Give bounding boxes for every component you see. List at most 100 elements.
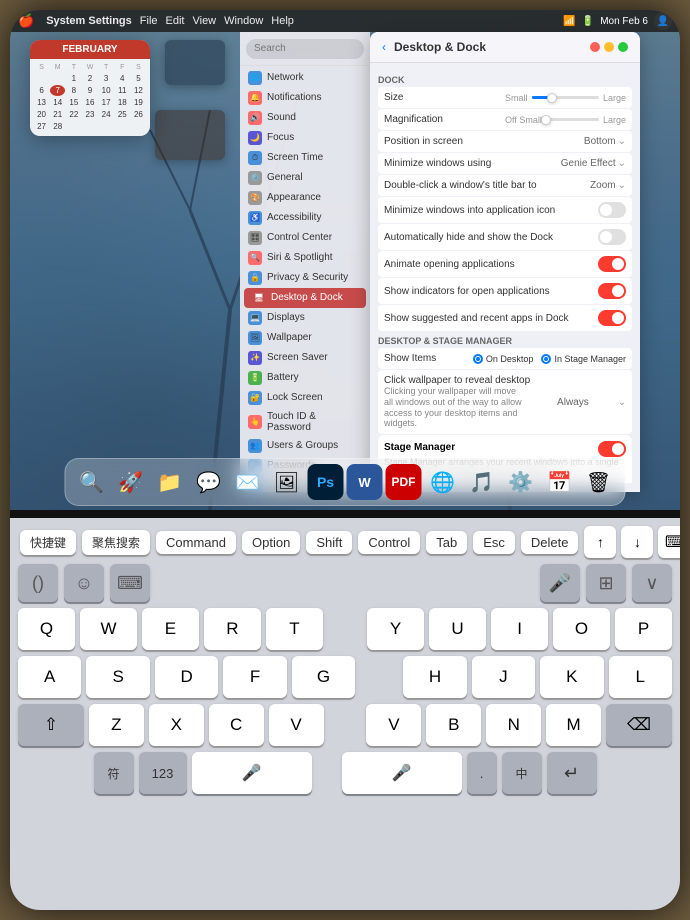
sidebar-item-appearance[interactable]: 🎨 Appearance — [240, 188, 370, 208]
sidebar-item-notifications[interactable]: 🔔 Notifications — [240, 88, 370, 108]
quick-key-tab[interactable]: Tab — [426, 531, 467, 554]
key-k[interactable]: K — [540, 656, 603, 698]
sidebar-item-controlcenter[interactable]: 🎛 Control Center — [240, 228, 370, 248]
sidebar-item-screensaver[interactable]: ✨ Screen Saver — [240, 348, 370, 368]
dock-word[interactable]: W — [347, 464, 383, 500]
sidebar-item-screentime[interactable]: ⏱ Screen Time — [240, 148, 370, 168]
key-space-right[interactable]: 🎤 — [342, 752, 462, 794]
dock-settings[interactable]: ⚙️ — [503, 464, 539, 500]
key-i[interactable]: I — [491, 608, 548, 650]
key-t[interactable]: T — [266, 608, 323, 650]
menu-help[interactable]: Help — [271, 15, 294, 27]
minimize-button[interactable] — [604, 42, 614, 52]
mag-track[interactable] — [546, 118, 599, 121]
key-space-left[interactable]: 🎤 — [192, 752, 312, 794]
dock-chrome[interactable]: 🌐 — [425, 464, 461, 500]
click-wallpaper-row[interactable]: Click wallpaper to reveal desktop Clicki… — [378, 370, 632, 434]
key-shift[interactable]: ⇧ — [18, 704, 84, 746]
quick-key-option[interactable]: Option — [242, 531, 300, 554]
sidebar-search-input[interactable] — [246, 39, 364, 59]
quick-key-control[interactable]: Control — [358, 531, 420, 554]
dock-mail[interactable]: ✉️ — [230, 464, 266, 500]
dock-ps[interactable]: Ps — [308, 464, 344, 500]
key-h[interactable]: H — [403, 656, 466, 698]
menu-edit[interactable]: Edit — [166, 15, 185, 27]
key-a[interactable]: A — [18, 656, 81, 698]
size-track[interactable] — [532, 96, 599, 99]
auto-hide-toggle[interactable] — [598, 229, 626, 245]
radio-on-desktop[interactable]: On Desktop — [473, 354, 534, 364]
key-f[interactable]: F — [223, 656, 286, 698]
key-c[interactable]: C — [209, 704, 264, 746]
key-enter[interactable]: ↵ — [547, 752, 597, 794]
spec-key-grid[interactable]: ⊞ — [586, 564, 626, 602]
dock-calendar[interactable]: 📅 — [542, 464, 578, 500]
spec-key-collapse[interactable]: ∨ — [632, 564, 672, 602]
quick-key-delete[interactable]: Delete — [521, 531, 579, 554]
key-g[interactable]: G — [292, 656, 355, 698]
dock-trash[interactable]: 🗑 — [581, 464, 617, 500]
key-period[interactable]: . — [467, 752, 497, 794]
key-chinese[interactable]: 中 — [502, 752, 542, 794]
dock-music[interactable]: 🎵 — [464, 464, 500, 500]
quick-key-command[interactable]: Command — [156, 531, 236, 554]
quick-key-shortcuts[interactable]: 快捷键 — [20, 530, 76, 555]
sidebar-item-wallpaper[interactable]: 🖼 Wallpaper — [240, 328, 370, 348]
apple-menu[interactable]: 🍎 — [18, 13, 34, 29]
quick-key-spotlight[interactable]: 聚焦搜索 — [82, 530, 150, 555]
radio-in-stage-manager[interactable]: In Stage Manager — [541, 354, 626, 364]
menu-window[interactable]: Window — [224, 15, 263, 27]
position-row[interactable]: Position in screen Bottom ⌄ — [378, 131, 632, 152]
key-x[interactable]: X — [149, 704, 204, 746]
desktop-thumbnail-1[interactable] — [165, 40, 225, 85]
quick-key-esc[interactable]: Esc — [473, 531, 515, 554]
back-button[interactable]: ‹ — [382, 40, 386, 54]
dock-folder[interactable]: 📁 — [152, 464, 188, 500]
sidebar-item-displays[interactable]: 💻 Displays — [240, 308, 370, 328]
maximize-button[interactable] — [618, 42, 628, 52]
dock-launchpad[interactable]: 🚀 — [113, 464, 149, 500]
stage-manager-toggle[interactable] — [598, 441, 626, 457]
key-123[interactable]: 123 — [139, 752, 187, 794]
key-r[interactable]: R — [204, 608, 261, 650]
sidebar-item-focus[interactable]: 🌙 Focus — [240, 128, 370, 148]
quick-key-shift[interactable]: Shift — [306, 531, 352, 554]
keyboard-icon-button[interactable]: ⌨ — [658, 526, 680, 558]
sidebar-item-network[interactable]: 🌐 Network — [240, 68, 370, 88]
key-p[interactable]: P — [615, 608, 672, 650]
dock-photos[interactable]: 🖼 — [269, 464, 305, 500]
key-e[interactable]: E — [142, 608, 199, 650]
sidebar-item-sound[interactable]: 🔊 Sound — [240, 108, 370, 128]
arrow-up-button[interactable]: ↑ — [584, 526, 616, 558]
sidebar-item-siri[interactable]: 🔍 Siri & Spotlight — [240, 248, 370, 268]
minimize-row[interactable]: Minimize windows using Genie Effect ⌄ — [378, 153, 632, 174]
user-avatar[interactable]: 👤 — [654, 12, 672, 30]
dock-messages[interactable]: 💬 — [191, 464, 227, 500]
key-v-left[interactable]: V — [269, 704, 324, 746]
close-button[interactable] — [590, 42, 600, 52]
key-n[interactable]: N — [486, 704, 541, 746]
sidebar-item-battery[interactable]: 🔋 Battery — [240, 368, 370, 388]
show-recent-toggle[interactable] — [598, 310, 626, 326]
sidebar-item-accessibility[interactable]: ♿ Accessibility — [240, 208, 370, 228]
key-l[interactable]: L — [609, 656, 672, 698]
sidebar-item-lockscreen[interactable]: 🔐 Lock Screen — [240, 388, 370, 408]
mag-slider[interactable]: Off Small Large — [505, 115, 626, 125]
key-q[interactable]: Q — [18, 608, 75, 650]
key-backspace[interactable]: ⌫ — [606, 704, 672, 746]
key-o[interactable]: O — [553, 608, 610, 650]
minimize-icon-toggle[interactable] — [598, 202, 626, 218]
sidebar-item-desktop-dock[interactable]: 🖥 Desktop & Dock — [244, 288, 366, 308]
key-m[interactable]: M — [546, 704, 601, 746]
size-slider[interactable]: Small Large — [505, 93, 626, 103]
app-name[interactable]: System Settings — [46, 15, 132, 27]
double-click-row[interactable]: Double-click a window's title bar to Zoo… — [378, 175, 632, 196]
key-y[interactable]: Y — [367, 608, 424, 650]
key-v-right[interactable]: V — [366, 704, 421, 746]
key-w[interactable]: W — [80, 608, 137, 650]
key-d[interactable]: D — [155, 656, 218, 698]
dock-finder[interactable]: 🔍 — [74, 464, 110, 500]
menu-view[interactable]: View — [192, 15, 216, 27]
key-u[interactable]: U — [429, 608, 486, 650]
sidebar-item-general[interactable]: ⚙️ General — [240, 168, 370, 188]
